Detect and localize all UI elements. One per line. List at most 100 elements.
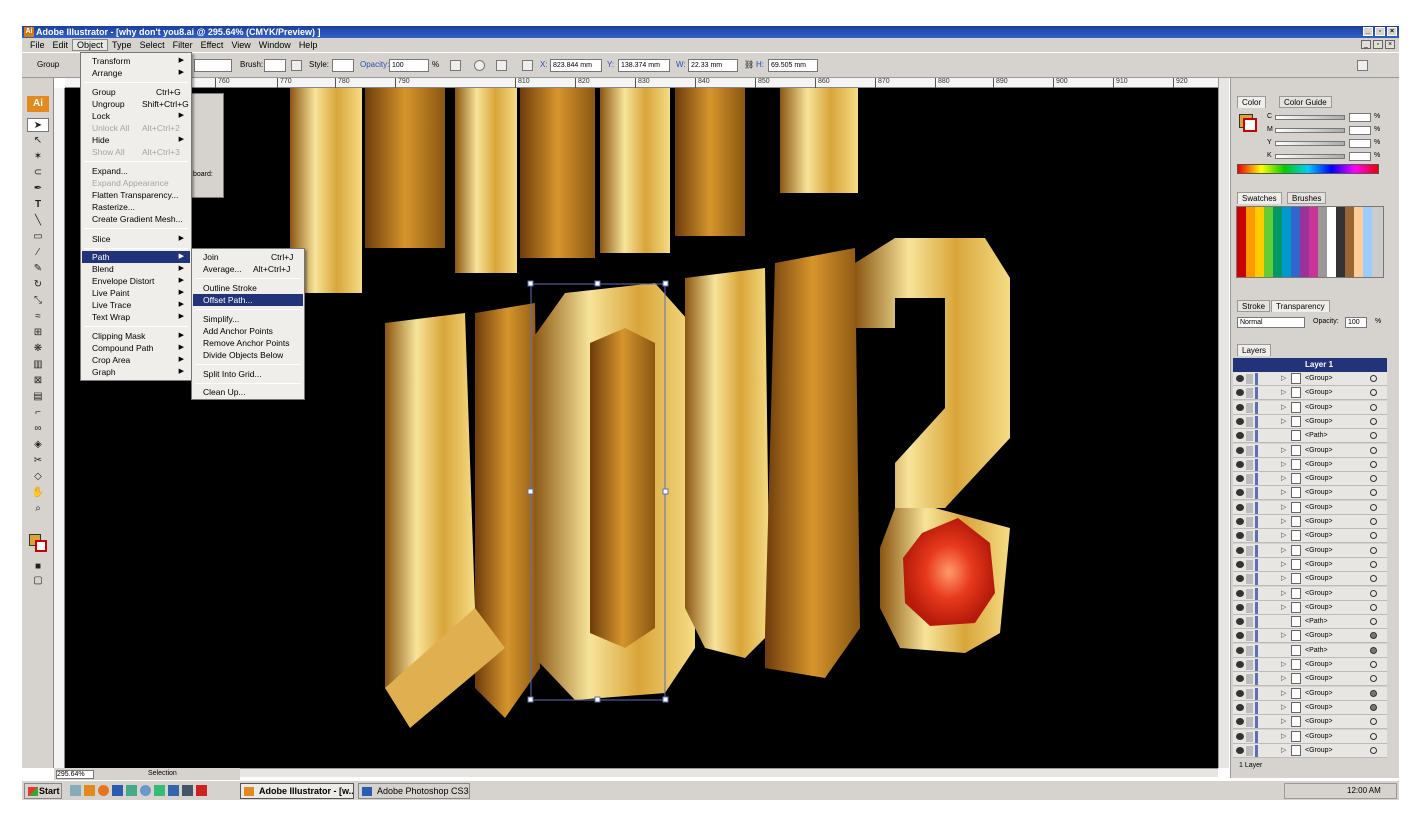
target-circle-icon[interactable] [1370, 560, 1377, 568]
layer-row[interactable]: ▷ <Group> [1233, 414, 1387, 429]
reference-point-icon[interactable] [522, 60, 533, 71]
menu-edit[interactable]: Edit [49, 40, 73, 50]
layer-row[interactable]: ▷ <Group> [1233, 386, 1387, 401]
zoom-tool-icon[interactable]: ⌕ [27, 502, 49, 516]
layer-row[interactable]: ▷ <Group> [1233, 543, 1387, 558]
layer-row[interactable]: <Path> [1233, 615, 1387, 630]
menu-item-clipping-mask[interactable]: Clipping Mask ▶ [82, 330, 190, 342]
recolor-artwork-icon[interactable] [450, 60, 461, 71]
visibility-eye-icon[interactable] [1236, 689, 1244, 697]
brush-dropdown[interactable] [264, 59, 286, 72]
eraser-tool-icon[interactable]: ◇ [27, 470, 49, 484]
menu-item-remove-anchor-points[interactable]: Remove Anchor Points [193, 337, 303, 349]
expand-triangle-icon[interactable]: ▷ [1281, 715, 1286, 728]
visibility-eye-icon[interactable] [1236, 546, 1244, 554]
visibility-eye-icon[interactable] [1236, 703, 1244, 711]
paintbrush-tool-icon[interactable]: ∕ [27, 246, 49, 260]
menu-item-rasterize[interactable]: Rasterize... [82, 201, 190, 213]
start-button[interactable]: Start [24, 783, 62, 799]
transparency-opacity-field[interactable]: 100 [1345, 317, 1367, 328]
expand-triangle-icon[interactable]: ▷ [1281, 472, 1286, 485]
tab-stroke[interactable]: Stroke [1237, 300, 1271, 312]
menu-item-envelope-distort[interactable]: Envelope Distort ▶ [82, 275, 190, 287]
layer-row[interactable]: ▷ <Group> [1233, 586, 1387, 601]
target-circle-icon[interactable] [1370, 646, 1377, 654]
layer-row[interactable]: ▷ <Group> [1233, 743, 1387, 758]
channel-y-field[interactable] [1349, 139, 1371, 148]
layer-row[interactable]: ▷ <Group> [1233, 443, 1387, 458]
free-transform-tool-icon[interactable]: ⊞ [27, 326, 49, 340]
visibility-eye-icon[interactable] [1236, 518, 1244, 525]
opacity-label[interactable]: Opacity: [360, 60, 389, 69]
style-dropdown[interactable] [332, 59, 354, 72]
layer-row[interactable]: ▷ <Group> [1233, 500, 1387, 515]
target-circle-icon[interactable] [1370, 546, 1377, 554]
lock-toggle[interactable] [1246, 559, 1253, 570]
expand-triangle-icon[interactable]: ▷ [1281, 687, 1286, 700]
lock-toggle[interactable] [1246, 416, 1253, 427]
layer-row[interactable]: ▷ <Group> [1233, 658, 1387, 672]
zoom-field[interactable]: 295.64% [56, 770, 94, 779]
expand-triangle-icon[interactable]: ▷ [1281, 401, 1286, 414]
visibility-eye-icon[interactable] [1236, 432, 1244, 440]
magic-wand-tool-icon[interactable]: ✶ [27, 150, 49, 164]
color-mode-icon[interactable]: ■ [27, 560, 49, 574]
artboard-canvas[interactable] [65, 88, 1218, 768]
menu-type[interactable]: Type [108, 40, 136, 50]
lock-toggle[interactable] [1246, 474, 1253, 485]
lock-toggle[interactable] [1246, 431, 1253, 442]
blend-mode-dropdown[interactable]: Normal [1237, 317, 1305, 328]
layer-row[interactable]: ▷ <Group> [1233, 572, 1387, 587]
menu-item-compound-path[interactable]: Compound Path ▶ [82, 342, 190, 354]
expand-triangle-icon[interactable]: ▷ [1281, 386, 1286, 399]
lasso-tool-icon[interactable]: ⊂ [27, 166, 49, 180]
menu-filter[interactable]: Filter [169, 40, 197, 50]
lock-toggle[interactable] [1246, 617, 1253, 628]
target-circle-icon[interactable] [1370, 603, 1377, 611]
lock-toggle[interactable] [1246, 588, 1253, 599]
pencil-tool-icon[interactable]: ✎ [27, 262, 49, 276]
quicklaunch-monitor-icon[interactable] [182, 785, 193, 796]
swatch-grid[interactable] [1236, 206, 1384, 278]
channel-k-field[interactable] [1349, 152, 1371, 161]
target-circle-icon[interactable] [1370, 718, 1377, 726]
tab-layers[interactable]: Layers [1237, 344, 1272, 356]
rectangle-tool-icon[interactable]: ▭ [27, 230, 49, 244]
stroke-weight-field[interactable] [194, 59, 232, 72]
quicklaunch-desktop-icon[interactable] [70, 785, 81, 796]
target-circle-icon[interactable] [1370, 675, 1377, 683]
expand-triangle-icon[interactable]: ▷ [1281, 529, 1286, 542]
quicklaunch-explorer-icon[interactable] [168, 785, 179, 796]
lock-toggle[interactable] [1246, 388, 1253, 399]
visibility-eye-icon[interactable] [1236, 375, 1244, 382]
lock-toggle[interactable] [1246, 702, 1253, 713]
target-circle-icon[interactable] [1370, 618, 1377, 626]
lock-toggle[interactable] [1246, 602, 1253, 613]
layer-row[interactable]: ▷ <Group> [1233, 372, 1387, 386]
layer-row[interactable]: ▷ <Group> [1233, 400, 1387, 415]
menu-item-offset-path[interactable]: Offset Path... [193, 294, 303, 306]
minimize-button[interactable]: _ [1363, 27, 1373, 36]
visibility-eye-icon[interactable] [1236, 446, 1244, 454]
target-circle-icon[interactable] [1370, 389, 1377, 397]
screen-mode-icon[interactable]: ▢ [27, 574, 49, 588]
menu-item-flatten-transparency[interactable]: Flatten Transparency... [82, 189, 190, 201]
visibility-eye-icon[interactable] [1236, 718, 1244, 726]
menu-select[interactable]: Select [136, 40, 169, 50]
layer-row[interactable]: ▷ <Group> [1233, 686, 1387, 701]
expand-triangle-icon[interactable]: ▷ [1281, 558, 1286, 571]
visibility-eye-icon[interactable] [1236, 532, 1244, 540]
live-paint-tool-icon[interactable]: ◈ [27, 438, 49, 452]
blend-tool-icon[interactable]: ∞ [27, 422, 49, 436]
visibility-eye-icon[interactable] [1236, 403, 1244, 411]
channel-k-slider[interactable] [1275, 154, 1345, 159]
lock-toggle[interactable] [1246, 517, 1253, 527]
scale-tool-icon[interactable]: ⤡ [27, 294, 49, 308]
menu-item-join[interactable]: Join Ctrl+J [193, 251, 303, 263]
tab-transparency[interactable]: Transparency [1271, 300, 1330, 312]
doc-minimize-button[interactable]: _ [1361, 40, 1371, 49]
target-circle-icon[interactable] [1370, 575, 1377, 583]
expand-triangle-icon[interactable]: ▷ [1281, 544, 1286, 557]
visibility-eye-icon[interactable] [1236, 560, 1244, 568]
lock-toggle[interactable] [1246, 731, 1253, 742]
